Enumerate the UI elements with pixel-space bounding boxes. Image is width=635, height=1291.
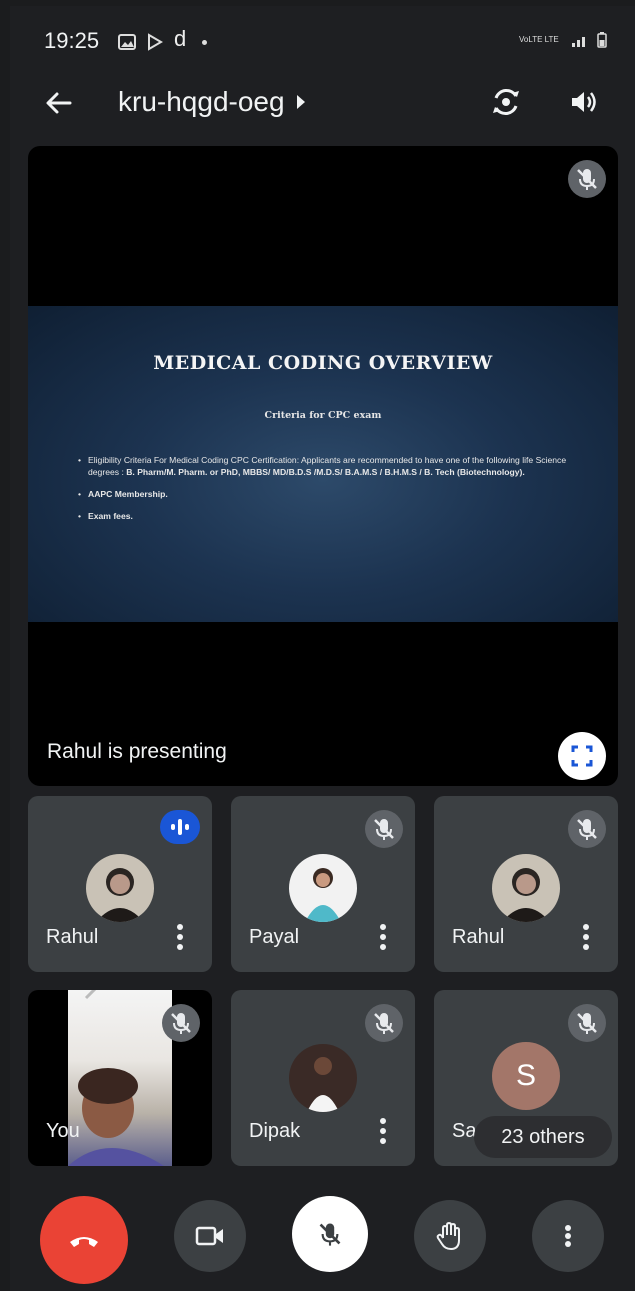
back-arrow-icon[interactable]	[42, 86, 76, 120]
microphone-toggle-button[interactable]	[292, 1196, 368, 1272]
bullet-text: Exam fees.	[88, 511, 133, 521]
status-bar: 19:25 d VoLTE LTE	[10, 6, 635, 70]
presenter-label: Rahul is presenting	[47, 740, 227, 763]
avatar	[289, 854, 357, 922]
participant-name: Sa	[452, 1120, 477, 1142]
gallery-icon	[118, 34, 136, 50]
mic-off-icon	[171, 1013, 191, 1034]
mic-off-icon	[374, 819, 394, 840]
bullet-text: AAPC Membership.	[88, 489, 168, 499]
slide-title: MEDICAL CODING OVERVIEW	[153, 352, 493, 374]
speaking-indicator	[160, 810, 200, 844]
slide-subtitle: Criteria for CPC exam	[264, 410, 382, 421]
others-count-button[interactable]: 23 others	[474, 1116, 612, 1158]
chevron-right-icon	[296, 95, 305, 109]
participant-name: You	[46, 1120, 80, 1142]
participant-tile[interactable]: Rahul	[434, 796, 618, 972]
status-notification-icons: d	[118, 26, 208, 52]
presentation-tile[interactable]: MEDICAL CODING OVERVIEW Criteria for CPC…	[28, 146, 618, 786]
slide-bullet: AAPC Membership.	[78, 488, 578, 500]
play-store-icon	[148, 33, 163, 51]
participant-name: Payal	[249, 926, 300, 948]
more-options-button[interactable]	[532, 1200, 604, 1272]
status-time: 19:25	[44, 28, 100, 53]
raise-hand-button[interactable]	[414, 1200, 486, 1272]
video-camera-icon	[195, 1226, 223, 1246]
avatar	[289, 1044, 357, 1112]
fullscreen-button[interactable]	[558, 732, 606, 780]
status-dot	[202, 39, 208, 45]
self-video-tile[interactable]: You	[28, 990, 212, 1166]
participant-name: Rahul	[452, 926, 505, 948]
participant-tile[interactable]: Rahul	[28, 796, 212, 972]
battery-icon	[597, 32, 607, 48]
shared-slide: MEDICAL CODING OVERVIEW Criteria for CPC…	[28, 306, 618, 622]
muted-indicator	[365, 810, 403, 848]
switch-camera-icon[interactable]	[488, 84, 524, 120]
more-vert-icon	[565, 1225, 571, 1247]
avatar	[492, 854, 560, 922]
more-options-icon[interactable]	[379, 1118, 387, 1146]
mic-off-icon	[319, 1223, 341, 1246]
mic-off-icon	[577, 1013, 597, 1034]
muted-indicator	[365, 1004, 403, 1042]
hang-up-icon	[70, 1237, 98, 1247]
end-call-button[interactable]	[40, 1196, 128, 1284]
avatar: S	[492, 1042, 560, 1110]
status-system-icons: VoLTE LTE	[519, 32, 607, 48]
muted-indicator	[568, 1004, 606, 1042]
fullscreen-icon	[571, 745, 593, 767]
presenter-muted-indicator	[568, 160, 606, 198]
slide-bullet: Exam fees.	[78, 510, 578, 522]
network-label: VoLTE LTE	[519, 35, 559, 44]
bullet-degrees: B. Pharm/M. Pharm. or PhD, MBBS/ MD/B.D.…	[126, 467, 525, 477]
signal-icon	[572, 37, 585, 47]
participant-tile[interactable]: Payal	[231, 796, 415, 972]
meeting-header: kru-hqgd-oeg	[10, 72, 635, 132]
mic-off-icon	[577, 819, 597, 840]
status-app-letter: d	[174, 26, 187, 51]
participant-tile[interactable]: S Sa 23 others	[434, 990, 618, 1166]
hand-icon	[436, 1222, 460, 1250]
camera-toggle-button[interactable]	[174, 1200, 246, 1272]
participant-name: Dipak	[249, 1120, 301, 1142]
avatar	[86, 854, 154, 922]
participant-tile[interactable]: Dipak	[231, 990, 415, 1166]
participant-name: Rahul	[46, 926, 99, 948]
muted-indicator	[162, 1004, 200, 1042]
more-options-icon[interactable]	[176, 924, 184, 952]
muted-indicator	[568, 810, 606, 848]
mic-off-icon	[577, 169, 597, 190]
meeting-title-button[interactable]: kru-hqgd-oeg	[118, 86, 305, 118]
mic-off-icon	[374, 1013, 394, 1034]
slide-bullet: Eligibility Criteria For Medical Coding …	[78, 454, 578, 478]
self-camera-feed	[68, 990, 172, 1166]
slide-bullets: Eligibility Criteria For Medical Coding …	[78, 454, 578, 532]
speaker-icon[interactable]	[566, 84, 602, 120]
more-options-icon[interactable]	[379, 924, 387, 952]
meeting-code: kru-hqgd-oeg	[118, 86, 285, 117]
more-options-icon[interactable]	[582, 924, 590, 952]
